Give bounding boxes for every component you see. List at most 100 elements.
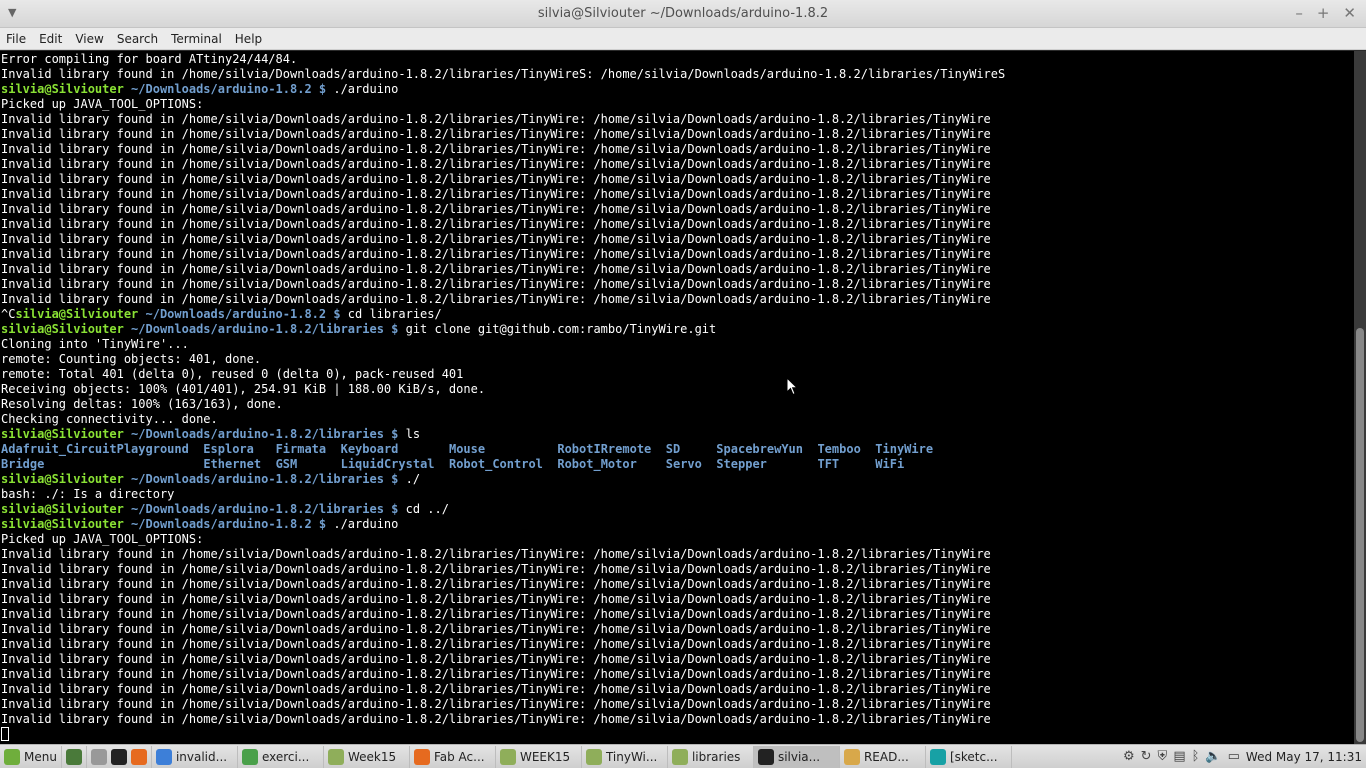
terminal-scrollbar[interactable] [1354, 51, 1366, 744]
taskbar-window-label: invalid... [175, 749, 228, 764]
taskbar-window-button[interactable]: READ... [840, 745, 926, 768]
maximize-icon[interactable]: + [1317, 4, 1330, 22]
terminal-text: Error compiling for board ATtiny24/44/84… [1, 52, 298, 66]
prompt-path: ~/Downloads/arduino-1.8.2/libraries $ [123, 502, 399, 516]
taskbar-window-button[interactable]: invalid... [152, 745, 238, 768]
terminal-text: Invalid library found in /home/silvia/Do… [1, 217, 991, 231]
terminal-line: Invalid library found in /home/silvia/Do… [0, 607, 1354, 622]
taskbar-window-button[interactable]: TinyWi... [582, 745, 668, 768]
terminal-text: Invalid library found in /home/silvia/Do… [1, 142, 991, 156]
title-bar[interactable]: ▼ silvia@Silviouter ~/Downloads/arduino-… [0, 0, 1366, 28]
terminal-line: Invalid library found in /home/silvia/Do… [0, 157, 1354, 172]
taskbar-window-button[interactable]: Fab Ac... [410, 745, 496, 768]
directory-name: Bridge [1, 457, 45, 471]
terminal-icon [757, 748, 774, 765]
terminal-text: git clone git@github.com:rambo/TinyWire.… [398, 322, 717, 336]
settings-icon[interactable]: ⚙ [1123, 749, 1135, 764]
scrollbar-thumb[interactable] [1356, 328, 1364, 742]
terminal-line: Invalid library found in /home/silvia/Do… [0, 112, 1354, 127]
taskbar-window-button[interactable]: [sketc... [926, 745, 1012, 768]
directory-name: Adafruit_CircuitPlayground [1, 442, 189, 456]
prompt-user: silvia@Silviouter [1, 322, 124, 336]
terminal-text: Invalid library found in /home/silvia/Do… [1, 607, 991, 621]
directory-name: Stepper [716, 457, 767, 471]
close-icon[interactable]: ✕ [1343, 4, 1356, 22]
taskbar-window-label: exerci... [261, 749, 310, 764]
terminal-line: Invalid library found in /home/silvia/Do… [0, 67, 1354, 82]
directory-name: TFT [817, 457, 840, 471]
bluetooth-icon[interactable]: ᛒ [1192, 749, 1200, 764]
terminal-text: Invalid library found in /home/silvia/Do… [1, 712, 991, 726]
terminal-text: Picked up JAVA_TOOL_OPTIONS: [1, 532, 204, 546]
taskbar-window-button[interactable]: exerci... [238, 745, 324, 768]
terminal-text: Checking connectivity... done. [1, 412, 218, 426]
firefox-icon [130, 748, 147, 765]
network-icon[interactable]: ▤ [1173, 749, 1185, 764]
terminal-line: Error compiling for board ATtiny24/44/84… [0, 52, 1354, 67]
directory-name: Ethernet [203, 457, 262, 471]
terminal-line: Invalid library found in /home/silvia/Do… [0, 292, 1354, 307]
taskbar-window-label: Week15 [347, 749, 397, 764]
sync-icon[interactable]: ↻ [1141, 749, 1152, 764]
terminal-line: silvia@Silviouter ~/Downloads/arduino-1.… [0, 427, 1354, 442]
terminal-output[interactable]: Error compiling for board ATtiny24/44/84… [0, 51, 1354, 744]
prompt-path: ~/Downloads/arduino-1.8.2/libraries $ [123, 427, 399, 441]
menu-edit[interactable]: Edit [39, 32, 62, 46]
taskbar-window-label: Fab Ac... [433, 749, 485, 764]
taskbar-window-button[interactable]: libraries [668, 745, 754, 768]
directory-name: SpacebrewYun [716, 442, 803, 456]
terminal-line: Invalid library found in /home/silvia/Do… [0, 652, 1354, 667]
directory-name: Servo [665, 457, 702, 471]
terminal-line: Invalid library found in /home/silvia/Do… [0, 622, 1354, 637]
terminal-prompt-line[interactable] [0, 727, 1354, 742]
terminal-text: ./arduino [326, 517, 399, 531]
battery-icon[interactable]: ▭ [1228, 749, 1240, 764]
taskbar-window-label: [sketc... [949, 749, 998, 764]
prompt-user: silvia@Silviouter [1, 82, 124, 96]
quicklaunch-apps[interactable] [87, 745, 152, 768]
directory-name: Esplora [203, 442, 254, 456]
menu-view[interactable]: View [75, 32, 103, 46]
terminal-line: Picked up JAVA_TOOL_OPTIONS: [0, 97, 1354, 112]
terminal-line: Checking connectivity... done. [0, 412, 1354, 427]
menu-terminal[interactable]: Terminal [171, 32, 222, 46]
folder-icon [671, 748, 688, 765]
directory-name: Robot_Control [448, 457, 543, 471]
volume-icon[interactable]: 🔈 [1205, 749, 1221, 764]
menu-help[interactable]: Help [235, 32, 262, 46]
prompt-user: silvia@Silviouter [1, 427, 124, 441]
taskbar-window-button[interactable]: WEEK15 [496, 745, 582, 768]
mint-logo-icon [4, 748, 20, 765]
update-icon[interactable]: ⛨ [1158, 749, 1168, 764]
taskbar-window-label: READ... [863, 749, 909, 764]
minimize-icon[interactable]: – [1295, 4, 1303, 22]
prompt-path: ~/Downloads/arduino-1.8.2 $ [138, 307, 341, 321]
directory-name: GSM [275, 457, 298, 471]
taskbar-window-button[interactable]: silvia... [753, 745, 840, 768]
menu-search[interactable]: Search [117, 32, 158, 46]
start-menu-button[interactable]: Menu [0, 745, 62, 768]
terminal-text: Invalid library found in /home/silvia/Do… [1, 112, 991, 126]
quicklaunch-show-desktop[interactable] [62, 745, 87, 768]
terminal-line: Invalid library found in /home/silvia/Do… [0, 172, 1354, 187]
directory-name: WiFi [875, 457, 905, 471]
arduino-icon [929, 748, 946, 765]
terminal-line: silvia@Silviouter ~/Downloads/arduino-1.… [0, 322, 1354, 337]
menu-file[interactable]: File [6, 32, 26, 46]
taskbar-window-button[interactable]: Week15 [324, 745, 410, 768]
terminal-text: Invalid library found in /home/silvia/Do… [1, 202, 991, 216]
terminal-line: ^Csilvia@Silviouter ~/Downloads/arduino-… [0, 307, 1354, 322]
window-menu-icon[interactable]: ▼ [8, 6, 16, 19]
terminal-line: silvia@Silviouter ~/Downloads/arduino-1.… [0, 502, 1354, 517]
clock[interactable]: Wed May 17, 11:31 [1246, 750, 1362, 764]
terminal-line: Bridge Ethernet GSM LiquidCrystal Robot_… [0, 457, 1354, 472]
chrome-icon [241, 748, 258, 765]
